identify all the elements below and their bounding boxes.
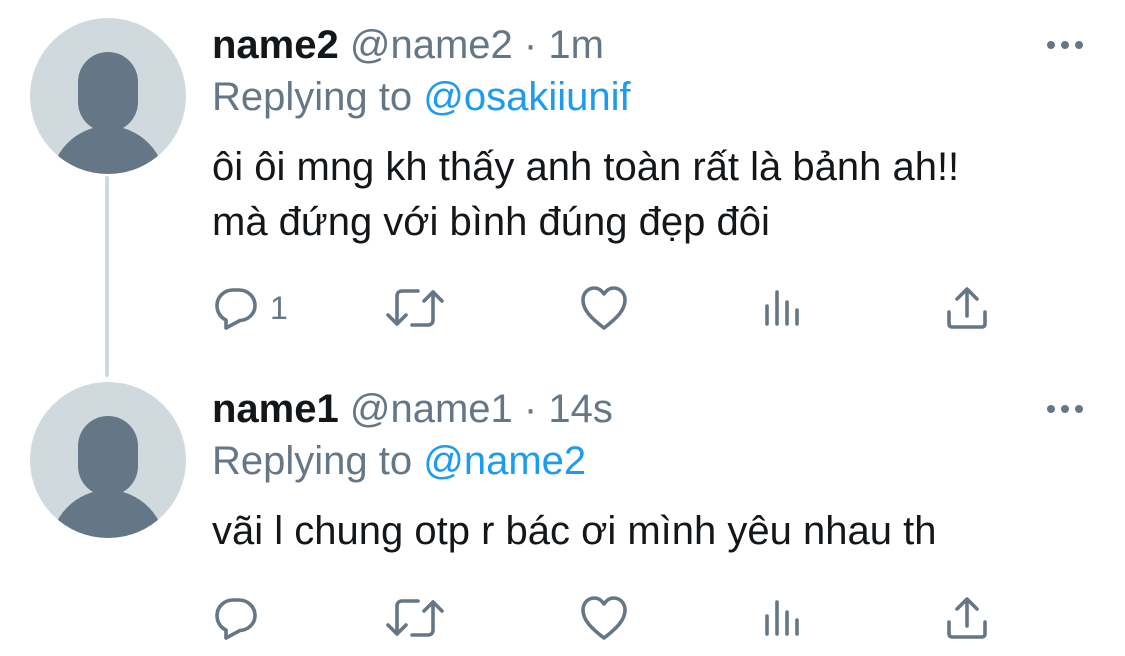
reply-count: 1 bbox=[270, 289, 288, 326]
action-bar: 1 bbox=[212, 280, 1012, 336]
mention-link[interactable]: @name2 bbox=[423, 439, 586, 483]
share-button[interactable] bbox=[944, 590, 990, 646]
timestamp[interactable]: 1m bbox=[548, 23, 604, 67]
views-button[interactable] bbox=[760, 590, 804, 646]
retweet-button[interactable] bbox=[385, 590, 445, 646]
reply-icon bbox=[215, 598, 257, 640]
reply-button[interactable]: 1 bbox=[212, 280, 288, 336]
heart-icon bbox=[581, 596, 627, 640]
tweet-text: vãi l chung otp r bác ơi mình yêu nhau t… bbox=[212, 504, 1092, 559]
share-icon bbox=[947, 597, 987, 639]
like-button[interactable] bbox=[579, 590, 629, 646]
reply-button[interactable] bbox=[212, 590, 270, 646]
like-button[interactable] bbox=[579, 280, 629, 336]
avatar[interactable] bbox=[30, 18, 186, 174]
tweet-text: ôi ôi mng kh thấy anh toàn rất là bảnh a… bbox=[212, 140, 1092, 250]
retweet-button[interactable] bbox=[385, 280, 445, 336]
retweet-icon bbox=[386, 599, 444, 637]
tweet-name1[interactable]: name1 @name1 · 14s Replying to @name2 vã… bbox=[0, 364, 1125, 656]
replying-prefix: Replying to bbox=[212, 75, 413, 119]
display-name[interactable]: name2 bbox=[212, 23, 339, 67]
share-button[interactable] bbox=[944, 280, 990, 336]
tweet-header: name1 @name1 · 14s bbox=[212, 386, 613, 432]
replying-to: Replying to @name2 bbox=[212, 438, 586, 484]
tweet-text-line: vãi l chung otp r bác ơi mình yêu nhau t… bbox=[212, 509, 937, 553]
timestamp[interactable]: 14s bbox=[548, 387, 613, 431]
tweet-text-line: ôi ôi mng kh thấy anh toàn rất là bảnh a… bbox=[212, 145, 960, 189]
reply-icon bbox=[215, 288, 257, 330]
analytics-icon bbox=[765, 290, 799, 326]
share-icon bbox=[947, 287, 987, 329]
action-bar bbox=[212, 590, 1012, 646]
more-dots-icon[interactable] bbox=[1041, 394, 1089, 424]
more-dots-icon[interactable] bbox=[1041, 30, 1089, 60]
separator-dot: · bbox=[523, 387, 538, 431]
heart-icon bbox=[581, 286, 627, 330]
replying-to: Replying to @osakiiunif bbox=[212, 74, 631, 120]
views-button[interactable] bbox=[760, 280, 804, 336]
mention-link[interactable]: @osakiiunif bbox=[423, 75, 630, 119]
avatar[interactable] bbox=[30, 382, 186, 538]
tweet-name2[interactable]: name2 @name2 · 1m Replying to @osakiiuni… bbox=[0, 0, 1125, 360]
user-handle[interactable]: @name1 bbox=[350, 387, 513, 431]
tweet-text-line: mà đứng với bình đúng đẹp đôi bbox=[212, 200, 770, 244]
separator-dot: · bbox=[523, 23, 538, 67]
default-avatar-icon bbox=[51, 52, 165, 174]
tweet-header: name2 @name2 · 1m bbox=[212, 22, 604, 68]
retweet-icon bbox=[386, 289, 444, 327]
user-handle[interactable]: @name2 bbox=[350, 23, 513, 67]
replying-prefix: Replying to bbox=[212, 439, 413, 483]
analytics-icon bbox=[765, 600, 799, 636]
default-avatar-icon bbox=[51, 416, 165, 538]
display-name[interactable]: name1 bbox=[212, 387, 339, 431]
